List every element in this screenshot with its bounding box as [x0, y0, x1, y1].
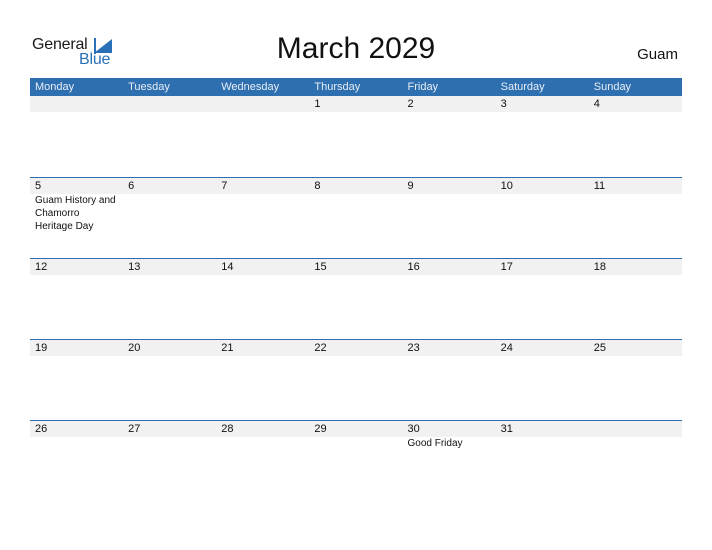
- week-row: 1 2 3 4: [30, 96, 682, 177]
- day-cell: 12: [35, 261, 48, 273]
- day-cell: 19: [35, 342, 48, 354]
- weekday-monday: Monday: [35, 81, 75, 93]
- day-cell: 4: [593, 98, 600, 110]
- day-cell: 13: [128, 261, 141, 273]
- day-cell: 21: [221, 342, 234, 354]
- weekday-thursday: Thursday: [314, 81, 361, 93]
- day-cell: 30: [407, 423, 420, 435]
- week-row: 12 13 14 15 16 17 18: [30, 258, 682, 339]
- day-cell: 10: [500, 180, 513, 192]
- weekday-wednesday: Wednesday: [221, 81, 280, 93]
- weekday-friday: Friday: [407, 81, 439, 93]
- event-text: [309, 194, 402, 233]
- day-cell: 25: [593, 342, 606, 354]
- event-text: [496, 194, 589, 233]
- event-text: [216, 437, 309, 450]
- day-cell: [30, 96, 123, 112]
- day-number-row: 1 2 3 4: [30, 96, 682, 112]
- day-number-row: 26 27 28 29 30 31: [30, 420, 682, 437]
- day-number-row: 19 20 21 22 23 24 25: [30, 339, 682, 356]
- day-cell: [589, 421, 682, 437]
- week-row: 5 6 7 8 9 10 11 Guam History and Chamorr…: [30, 177, 682, 258]
- day-cell: 9: [407, 180, 414, 192]
- day-cell: 11: [593, 180, 606, 192]
- day-cell: [216, 96, 309, 112]
- event-text: [123, 437, 216, 450]
- day-cell: 20: [128, 342, 141, 354]
- day-cell: 2: [407, 98, 414, 110]
- week-row: 26 27 28 29 30 31 Good Friday: [30, 420, 682, 501]
- region-label: Guam: [637, 46, 678, 63]
- event-text: [589, 437, 682, 450]
- event-text: [216, 194, 309, 233]
- day-number-row: 12 13 14 15 16 17 18: [30, 258, 682, 275]
- day-cell: 7: [221, 180, 228, 192]
- weekday-tuesday: Tuesday: [128, 81, 170, 93]
- day-cell: 28: [221, 423, 234, 435]
- event-text: [589, 194, 682, 233]
- day-cell: 14: [221, 261, 234, 273]
- day-cell: 15: [314, 261, 327, 273]
- event-text: [496, 437, 589, 450]
- day-cell: 24: [500, 342, 513, 354]
- weekday-sunday: Sunday: [593, 81, 632, 93]
- page-title: March 2029: [276, 32, 436, 65]
- calendar-grid: Monday Tuesday Wednesday Thursday Friday…: [30, 78, 682, 501]
- event-text: [123, 194, 216, 233]
- day-cell: 29: [314, 423, 327, 435]
- event-text: [403, 194, 496, 233]
- day-cell: 22: [314, 342, 327, 354]
- day-cell: 26: [35, 423, 48, 435]
- holiday-label: Good Friday: [407, 438, 463, 449]
- day-cell: 3: [500, 98, 507, 110]
- event-text: [309, 437, 402, 450]
- week-row: 19 20 21 22 23 24 25: [30, 339, 682, 420]
- day-cell: 23: [407, 342, 420, 354]
- event-row: Good Friday: [30, 437, 682, 450]
- day-cell: 6: [128, 180, 135, 192]
- day-number-row: 5 6 7 8 9 10 11: [30, 177, 682, 194]
- day-cell: 5: [35, 180, 42, 192]
- day-cell: 31: [500, 423, 513, 435]
- day-cell: 27: [128, 423, 141, 435]
- event-row: Guam History and Chamorro Heritage Day: [30, 194, 682, 233]
- day-cell: 8: [314, 180, 321, 192]
- day-cell: 1: [314, 98, 321, 110]
- event-text: [30, 437, 123, 450]
- day-cell: 18: [593, 261, 606, 273]
- holiday-label: Guam History and Chamorro Heritage Day: [35, 195, 116, 232]
- day-cell: 17: [500, 261, 513, 273]
- day-cell: 16: [407, 261, 420, 273]
- weekday-header: Monday Tuesday Wednesday Thursday Friday…: [30, 78, 682, 96]
- day-cell: [123, 96, 216, 112]
- weekday-saturday: Saturday: [500, 81, 545, 93]
